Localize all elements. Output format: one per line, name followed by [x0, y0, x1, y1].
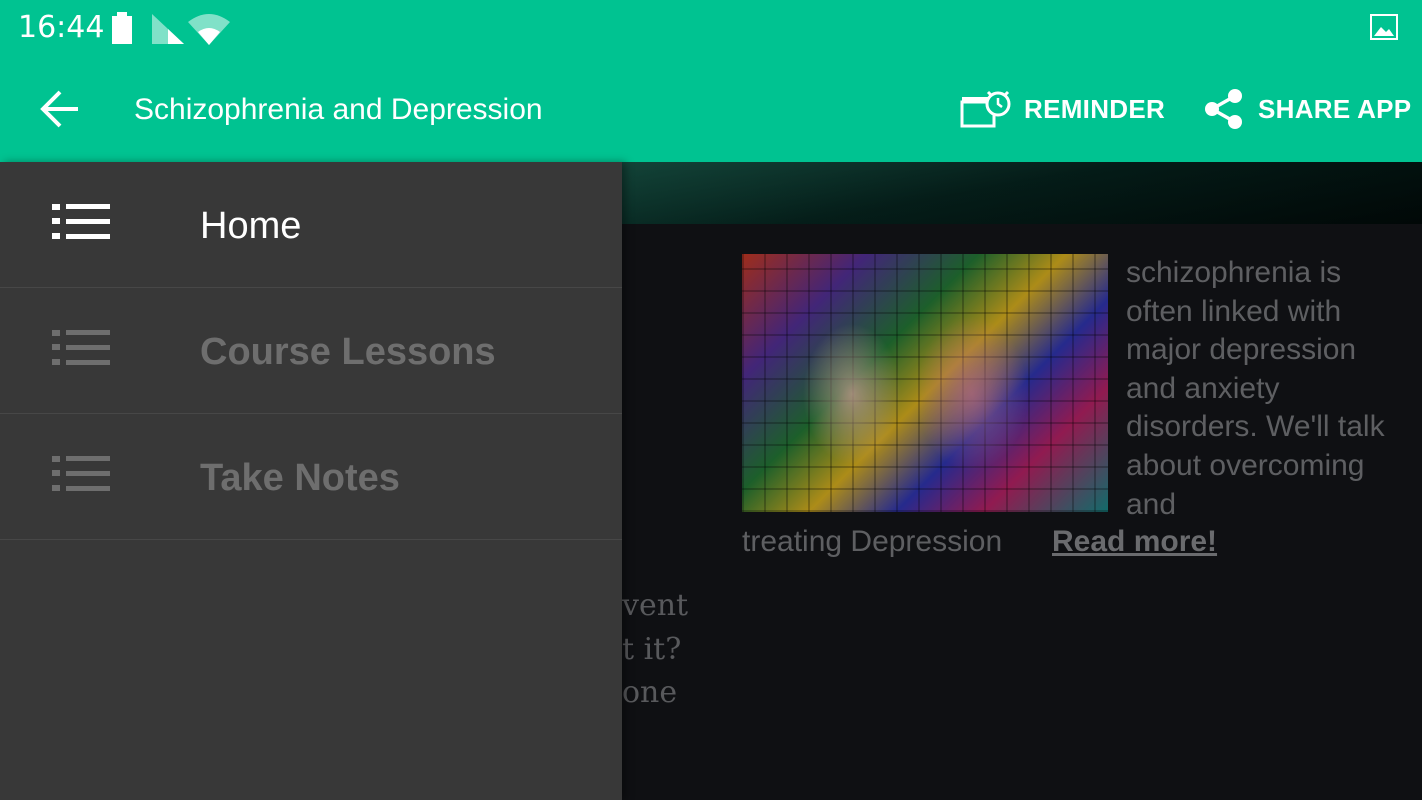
read-more-link[interactable]: Read more!	[1052, 522, 1217, 562]
list-icon	[52, 204, 110, 239]
share-app-button[interactable]: SHARE APP	[1202, 84, 1411, 134]
signal-icon	[152, 14, 184, 44]
wifi-icon	[188, 14, 230, 45]
image-notification-icon	[1370, 14, 1398, 45]
article-image[interactable]	[742, 254, 1108, 512]
partial-text-line: t it?	[622, 631, 682, 667]
partial-text: vent t it? one	[622, 584, 688, 715]
article-text-tail: treating Depression	[742, 525, 1003, 558]
drawer-item-label: Take Notes	[200, 457, 400, 499]
banner-stripe	[620, 162, 1422, 224]
share-icon	[1205, 89, 1242, 129]
drawer-item-course-lessons[interactable]: Course Lessons	[0, 288, 622, 414]
drawer-item-take-notes[interactable]: Take Notes	[0, 414, 622, 540]
navigation-drawer: Home Course Lessons Take Notes	[0, 162, 622, 800]
status-bar: 16:44	[0, 0, 1422, 56]
partial-text-line: one	[622, 675, 678, 710]
app-bar: Schizophrenia and Depression REMINDER SH…	[0, 56, 1422, 162]
back-button[interactable]	[34, 82, 88, 136]
battery-icon	[112, 12, 132, 44]
drawer-item-home[interactable]: Home	[0, 162, 622, 288]
status-icons	[110, 12, 234, 51]
article-text: schizophrenia is often linked with major…	[1126, 256, 1385, 521]
page-title: Schizophrenia and Depression	[134, 93, 543, 126]
reminder-button[interactable]: REMINDER	[960, 84, 1165, 134]
reminder-label: REMINDER	[1024, 93, 1166, 124]
list-icon	[52, 456, 110, 491]
share-app-label: SHARE APP	[1258, 93, 1412, 124]
status-time: 16:44	[18, 10, 105, 45]
drawer-item-label: Home	[200, 205, 302, 247]
list-icon	[52, 330, 110, 365]
partial-text-line: vent	[622, 588, 689, 623]
drawer-item-label: Course Lessons	[200, 331, 496, 373]
alarm-clapperboard-icon	[960, 90, 1011, 128]
arrow-left-icon	[40, 90, 78, 128]
